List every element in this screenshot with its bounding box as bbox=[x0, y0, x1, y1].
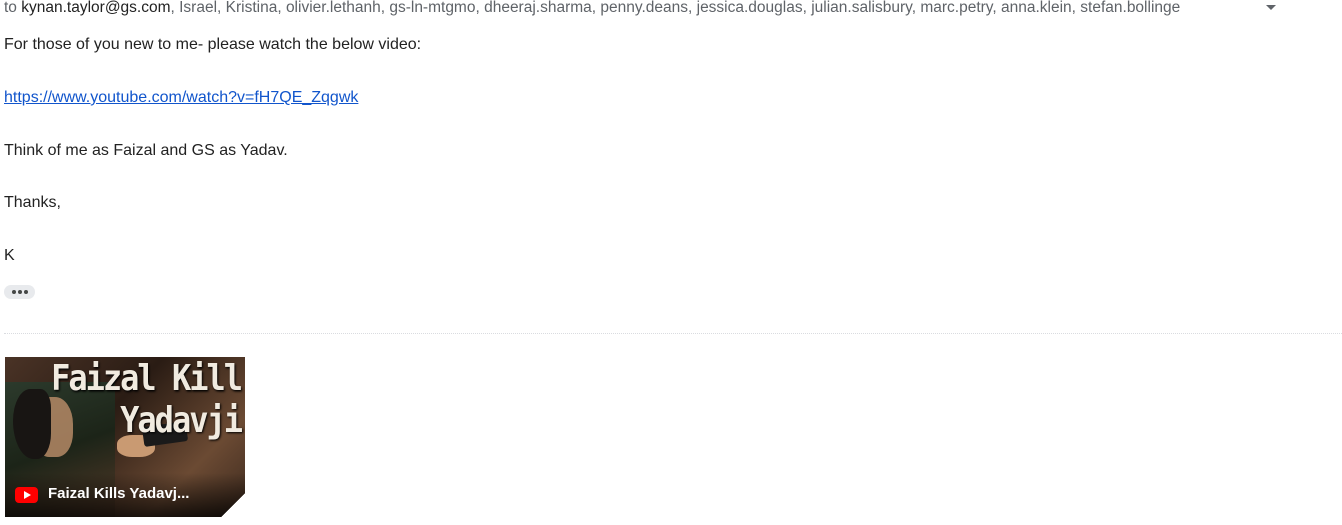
video-link[interactable]: https://www.youtube.com/watch?v=fH7QE_Zq… bbox=[4, 89, 358, 106]
primary-recipient[interactable]: kynan.taylor@gs.com bbox=[21, 0, 170, 16]
caret-down-icon[interactable] bbox=[1266, 5, 1276, 10]
recipients-line: to kynan.taylor@gs.com, Israel, Kristina… bbox=[4, 0, 1334, 17]
video-attachment-card[interactable]: Faizal Kill Yadavji Faizal Kills Yadavj.… bbox=[5, 357, 245, 517]
body-line-intro: For those of you new to me- please watch… bbox=[4, 36, 422, 53]
thumbnail-title-line-2: Yadavji bbox=[120, 399, 243, 441]
thumbnail-hair bbox=[13, 389, 51, 459]
thumbnail-title-line-1: Faizal Kill bbox=[51, 357, 243, 399]
ellipsis-icon bbox=[11, 290, 16, 294]
show-trimmed-content-button[interactable] bbox=[4, 285, 35, 299]
attachment-divider bbox=[4, 333, 1342, 334]
thumbnail-title-art: Faizal Kill Yadavji bbox=[51, 357, 243, 441]
other-recipients: , Israel, Kristina, olivier.lethanh, gs-… bbox=[170, 0, 1181, 16]
attachment-caption: Faizal Kills Yadavj... bbox=[48, 485, 190, 502]
folded-corner bbox=[221, 493, 245, 517]
to-label: to bbox=[4, 0, 17, 16]
signature: K bbox=[4, 247, 15, 264]
signoff: Thanks, bbox=[4, 194, 61, 211]
youtube-icon bbox=[15, 487, 38, 503]
body-line-analogy: Think of me as Faizal and GS as Yadav. bbox=[4, 142, 288, 159]
